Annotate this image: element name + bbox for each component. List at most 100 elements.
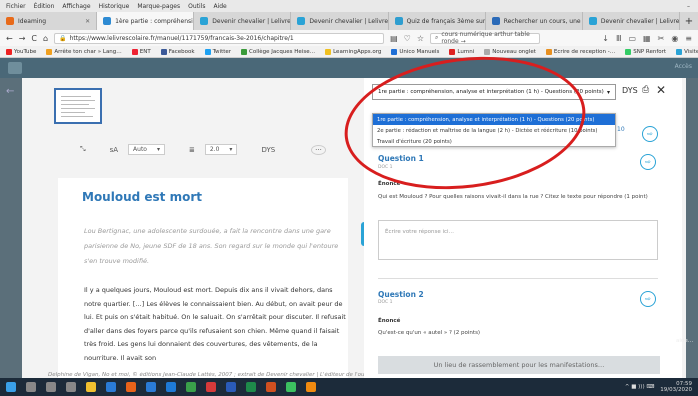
download-icon[interactable]: ↓ (602, 34, 609, 43)
clock[interactable]: 07:59 19/03/2020 (660, 381, 692, 393)
question-2-action-button[interactable]: ⇨ (640, 291, 656, 307)
browser-tab[interactable]: Devenir chevalier | Lelivresc…✕ (291, 12, 389, 30)
shield-icon[interactable]: ◉ (671, 34, 678, 43)
tab-label: Ideaming (18, 17, 47, 25)
more-options-button[interactable]: ··· (311, 144, 326, 155)
tab-favicon-icon (394, 17, 403, 25)
tab-close-icon[interactable]: ✕ (85, 18, 90, 25)
reload-button[interactable]: C (31, 34, 37, 43)
store-icon[interactable] (106, 382, 116, 392)
search-icon[interactable] (26, 382, 36, 392)
powerpoint-icon[interactable] (266, 382, 276, 392)
bookmark-favicon-icon (6, 48, 12, 55)
tray-icons[interactable]: ^ ■ ))) ⌨ (625, 384, 654, 390)
browser-tab[interactable]: Ideaming ✕ (0, 12, 98, 30)
file-explorer-icon[interactable] (86, 382, 96, 392)
bookmark-label: Unico Manuels (399, 48, 440, 55)
answer-input[interactable]: Écrire votre réponse ici… (378, 220, 658, 260)
expand-icon[interactable]: ⤡ (80, 145, 86, 154)
bookmark-label: ENT (139, 48, 151, 55)
dys-toggle[interactable]: DYS (261, 146, 275, 154)
question-2-title: Question 2 (378, 290, 424, 299)
media-icon[interactable] (206, 382, 216, 392)
minimize-button[interactable]: – (687, 3, 698, 10)
print-icon[interactable]: ⎙ (642, 85, 649, 95)
reader-icon[interactable]: ▤ (390, 34, 398, 43)
bookmark-star-icon[interactable]: ☆ (417, 34, 424, 43)
screenshot-icon[interactable]: ✂ (658, 34, 665, 43)
address-bar[interactable]: 🔒 https://www.lelivrescolaire.fr/manuel/… (54, 32, 385, 44)
bookmark-label: Facebook (168, 48, 195, 55)
home-button[interactable]: ⌂ (43, 34, 48, 43)
cortana-icon[interactable] (46, 382, 56, 392)
bookmark-label: Ecrire de reception -… (553, 48, 616, 55)
answer-suggestion-bar[interactable]: Un lieu de rassemblement pour les manife… (378, 356, 660, 374)
library-icon[interactable]: Ⅲ (616, 34, 622, 43)
bookmark-item[interactable]: Visite interactive du site… (676, 48, 698, 55)
bookmark-label: Arrête ton char » Lang… (54, 48, 122, 55)
forward-button[interactable]: → (19, 34, 26, 43)
browser-tab[interactable]: Devenir chevalier | Lelivresc…✕ (583, 12, 680, 30)
dys-button[interactable]: DYS (622, 86, 638, 95)
browser-tab[interactable]: 1ère partie : compréhension, a…✕ (97, 12, 195, 30)
mail-icon[interactable] (146, 382, 156, 392)
bookmark-item[interactable]: Collège Jacques Heise… (241, 48, 315, 55)
edge-icon[interactable] (166, 382, 176, 392)
new-tab-button[interactable]: + (680, 12, 698, 30)
bookmark-item[interactable]: YouTube (6, 48, 36, 55)
bookmark-item[interactable]: ENT (131, 48, 151, 55)
line-spacing-select[interactable]: 2.0 ▾ (204, 144, 238, 155)
menu-edit[interactable]: Édition (34, 3, 55, 10)
menu-file[interactable]: Fichier (6, 3, 26, 10)
chrome-icon[interactable] (186, 382, 196, 392)
bookmark-item[interactable]: Unico Manuels (391, 48, 440, 55)
browser-tab[interactable]: Rechercher un cours, une vi…✕ (486, 12, 583, 30)
browser-tab[interactable]: Devenir chevalier | Lelivresc…✕ (194, 12, 292, 30)
search-input[interactable]: ⌕ cours numérique arthur table ronde → (429, 31, 540, 45)
menu-help[interactable]: Aide (213, 3, 226, 10)
menu-icon[interactable]: ≡ (685, 34, 692, 43)
back-button[interactable]: ← (6, 34, 13, 43)
share-button[interactable]: ⇨ (642, 126, 658, 142)
font-size-select[interactable]: Auto ▾ (128, 144, 165, 155)
separator (378, 278, 658, 279)
bookmark-label: Twitter (212, 48, 232, 55)
bookmark-item[interactable]: Ecrire de reception -… (545, 48, 616, 55)
tab-label: Devenir chevalier | Lelivresc… (212, 17, 291, 25)
word-icon[interactable] (226, 382, 236, 392)
sidebar-icon[interactable]: ▭ (628, 34, 636, 43)
site-header-link[interactable]: Accès (675, 63, 692, 70)
excel-icon[interactable] (246, 382, 256, 392)
bookmark-item[interactable]: Arrête ton char » Lang… (46, 48, 122, 55)
bookmark-item[interactable]: Nouveau onglet (484, 48, 536, 55)
extension-icon[interactable]: ▦ (643, 34, 651, 43)
chevron-down-icon: ▾ (606, 88, 610, 96)
bookmark-item[interactable]: Twitter (204, 48, 232, 55)
firefox-icon[interactable] (126, 382, 136, 392)
bookmark-item[interactable]: Lumni (449, 48, 474, 55)
menu-history[interactable]: Historique (99, 3, 130, 10)
bookmark-item[interactable]: Facebook (160, 48, 195, 55)
windows-icon[interactable] (6, 382, 16, 392)
page-thumbnail[interactable] (54, 88, 102, 124)
green-app-icon[interactable] (286, 382, 296, 392)
browser-tab[interactable]: Quiz de français 3ème sur le…✕ (389, 12, 486, 30)
clock-date: 19/03/2020 (660, 387, 692, 393)
question-1-action-button[interactable]: ⇨ (640, 154, 656, 170)
vlc-icon[interactable] (306, 382, 316, 392)
site-logo[interactable] (8, 62, 22, 74)
menu-bookmarks[interactable]: Marque-pages (137, 3, 180, 10)
bookmark-item[interactable]: LearningApps.org (325, 48, 381, 55)
menu-view[interactable]: Affichage (62, 3, 90, 10)
tab-favicon-icon (103, 17, 112, 25)
menu-tools[interactable]: Outils (188, 3, 205, 10)
pocket-icon[interactable]: ♡ (404, 34, 411, 43)
close-icon[interactable]: ✕ (656, 83, 666, 97)
tab-bar: Ideaming ✕ 1ère partie : compréhension, a…… (0, 12, 698, 30)
bookmark-favicon-icon (241, 48, 248, 55)
bookmark-item[interactable]: SNP Renfort (625, 48, 666, 55)
task-view-icon[interactable] (66, 382, 76, 392)
tab-favicon-icon (491, 17, 500, 25)
reader-toolbar: ⤡ sA Auto ▾ ≣ 2.0 ▾ DYS ··· (80, 144, 326, 155)
back-arrow-icon[interactable]: ← (6, 86, 14, 97)
